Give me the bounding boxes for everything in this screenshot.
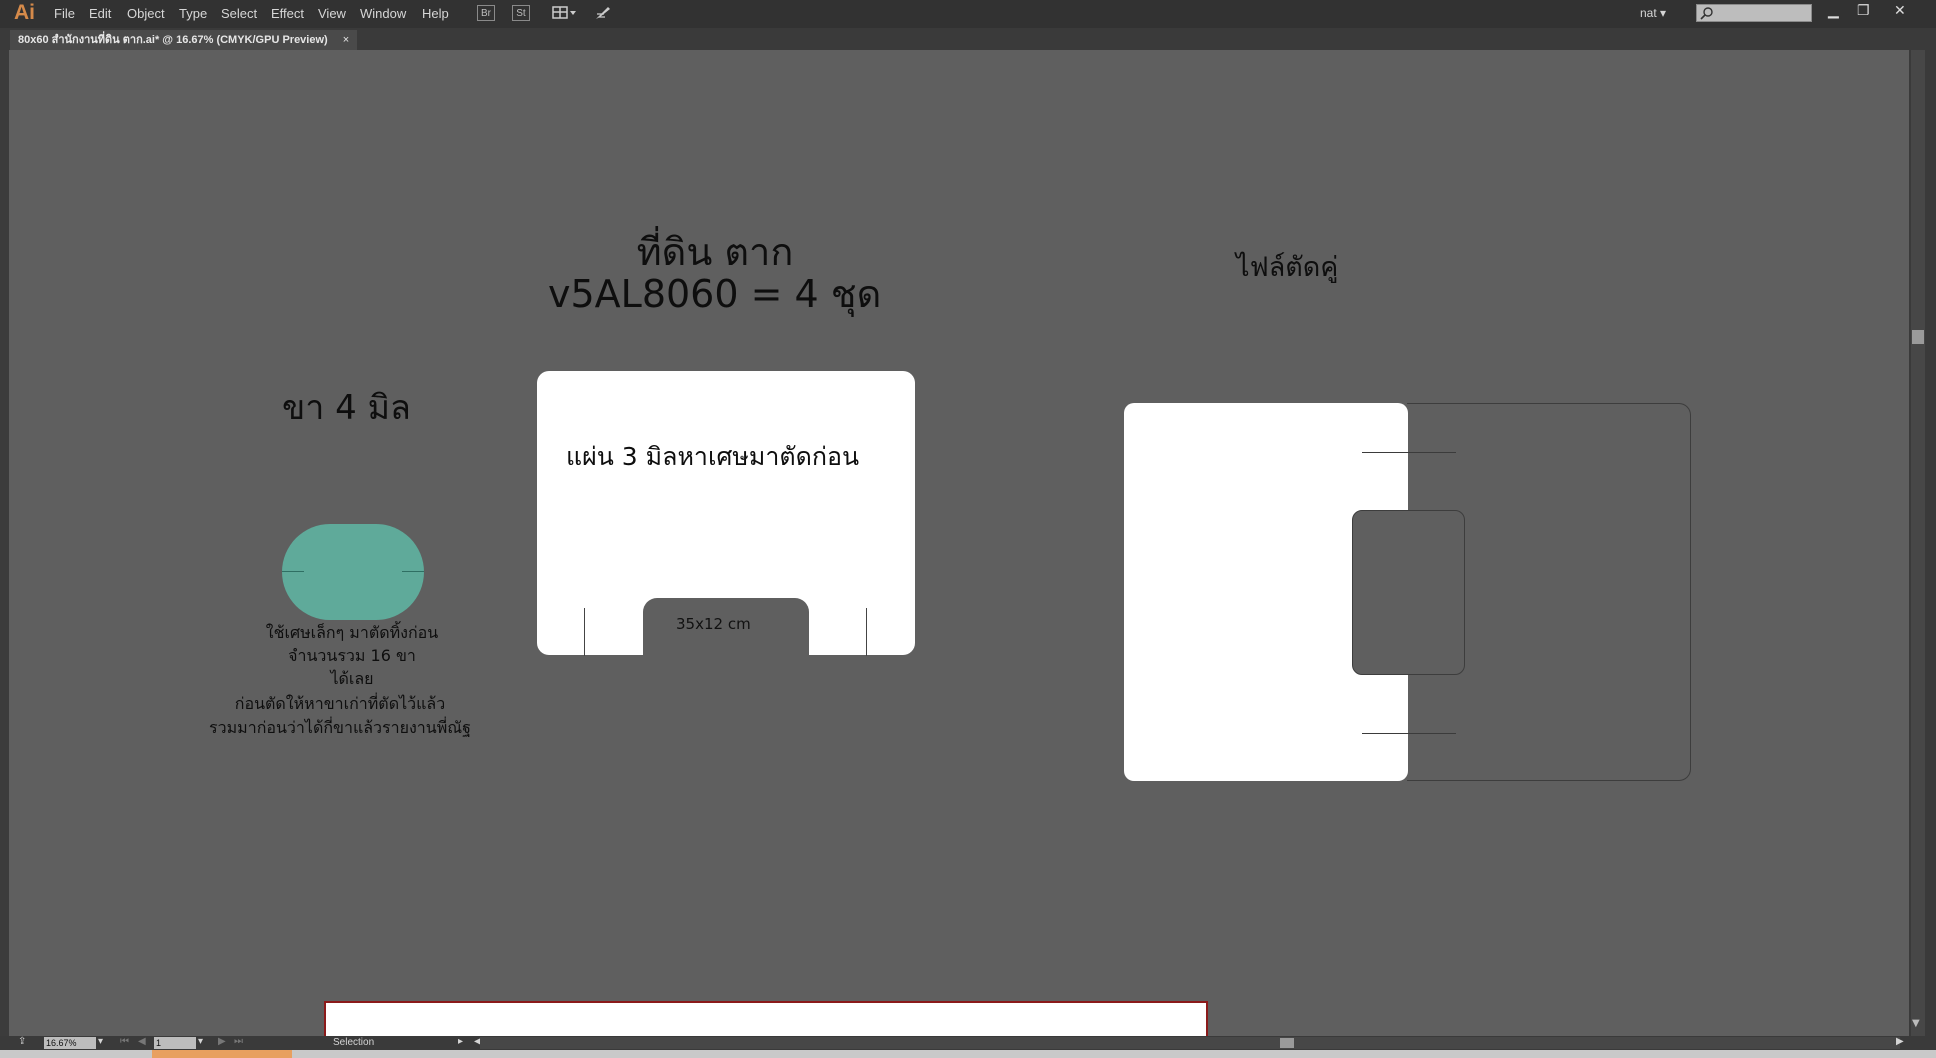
menu-window[interactable]: Window [360,6,406,21]
menu-effect[interactable]: Effect [271,6,304,21]
leg-note-1[interactable]: ใช้เศษเล็กๆ มาตัดทิ้งก่อน [262,621,442,646]
prev-artboard-icon[interactable]: ◀ [138,1036,146,1047]
document-tab-title: 80x60 สำนักงานที่ดิน ตาก.ai* @ 16.67% (C… [18,34,328,46]
last-artboard-icon[interactable]: ⏭ [234,1036,243,1047]
leg-note-5[interactable]: รวมมาก่อนว่าได้กี่ขาแล้วรายงานพี่ณัฐ [190,716,490,741]
stock-button[interactable]: St [512,5,530,21]
duplicate-cut-title[interactable]: ไฟล์ตัดคู่ [1236,245,1338,288]
first-artboard-icon[interactable]: ⏮ [120,1036,129,1047]
taskbar-active-item[interactable] [152,1050,292,1058]
search-icon [1700,7,1713,20]
board-note[interactable]: แผ่น 3 มิลหาเศษมาตัดก่อน [566,437,859,477]
help-search-input[interactable] [1696,4,1812,22]
zoom-dropdown-icon[interactable]: ▾ [98,1036,103,1047]
leg-note-4[interactable]: ก่อนตัดให้หาขาเก่าที่ตัดไว้แล้ว [190,692,490,717]
menu-file[interactable]: File [54,6,75,21]
status-menu-icon[interactable]: ▸ [458,1036,463,1047]
tab-close-icon[interactable]: × [343,34,349,46]
next-artboard-icon[interactable]: ▶ [218,1036,226,1047]
document-tab-strip: 80x60 สำนักงานที่ดิน ตาก.ai* @ 16.67% (C… [0,28,1936,50]
leg-oval-shape[interactable] [282,524,424,620]
vertical-scroll-track[interactable] [1911,50,1925,1036]
menu-bar: Ai File Edit Object Type Select Effect V… [0,0,1936,28]
scroll-down-icon[interactable]: ▼ [1912,1018,1920,1029]
oval-mark-left [282,571,304,572]
horizontal-scrollbar[interactable] [480,1037,1900,1049]
current-tool-status: Selection [333,1037,375,1048]
bridge-button[interactable]: Br [477,5,495,21]
board-tick-left [584,608,585,656]
document-tab[interactable]: 80x60 สำนักงานที่ดิน ตาก.ai* @ 16.67% (C… [10,30,358,50]
vertical-scroll-thumb[interactable] [1912,330,1924,344]
artwork-title-line-2[interactable]: v5AL8060 = 4 ชุด [548,263,881,324]
artboard-number-field[interactable]: 1 [154,1037,196,1049]
illustrator-logo: Ai [14,1,35,24]
user-menu[interactable]: nat ▾ [1640,6,1666,20]
duplicate-line-top [1362,452,1456,453]
status-bar: ⇪ 16.67% ▾ ⏮ ◀ 1 ▾ ▶ ⏭ Selection ▸ ◀ ▶ [0,1036,1936,1050]
zoom-field[interactable]: 16.67% [44,1037,96,1049]
menu-help[interactable]: Help [422,6,449,21]
menu-view[interactable]: View [318,6,346,21]
minimize-icon[interactable]: ▁ [1828,2,1839,19]
oval-mark-right [402,571,424,572]
gpu-performance-icon[interactable] [594,5,612,21]
leg-note-3[interactable]: ได้เลย [262,667,442,692]
vertical-scrollbar[interactable]: ▼ [1909,50,1936,1036]
artboard-dropdown-icon[interactable]: ▾ [198,1036,203,1047]
arrange-documents-icon[interactable] [552,5,578,21]
close-window-icon[interactable]: ✕ [1894,2,1906,19]
restore-icon[interactable]: ❐ [1857,2,1870,19]
artboard-bottom-edge[interactable] [324,1001,1208,1041]
menu-edit[interactable]: Edit [89,6,111,21]
tools-panel-edge [0,50,9,1036]
leg-title[interactable]: ขา 4 มิล [282,380,411,434]
duplicate-line-bottom [1362,733,1456,734]
duplicate-center-cutout[interactable] [1352,510,1465,675]
share-icon[interactable]: ⇪ [18,1036,26,1047]
scroll-right-icon[interactable]: ▶ [1896,1036,1904,1047]
board-tick-right [866,608,867,656]
horizontal-scroll-thumb[interactable] [1280,1038,1294,1048]
menu-type[interactable]: Type [179,6,207,21]
os-taskbar [0,1050,1936,1058]
leg-note-2[interactable]: จำนวนรวม 16 ขา [262,644,442,669]
notch-size-label[interactable]: 35x12 cm [676,615,751,633]
menu-object[interactable]: Object [127,6,165,21]
menu-select[interactable]: Select [221,6,257,21]
